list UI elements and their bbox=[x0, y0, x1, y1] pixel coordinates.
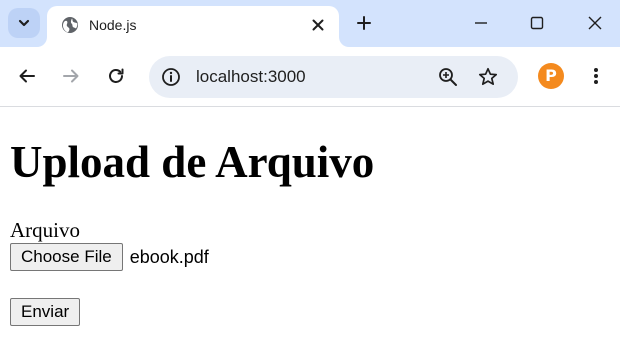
zoom-button[interactable] bbox=[436, 65, 460, 89]
chevron-down-icon bbox=[17, 16, 31, 30]
file-field-label: Arquivo bbox=[10, 218, 80, 242]
site-info-button[interactable] bbox=[159, 65, 183, 89]
browser-toolbar: localhost:3000 P bbox=[0, 47, 620, 107]
forward-arrow-icon bbox=[62, 67, 80, 85]
url-text[interactable]: localhost:3000 bbox=[196, 67, 306, 87]
reload-icon bbox=[107, 67, 125, 85]
tab-active[interactable]: Node.js bbox=[47, 6, 339, 47]
close-icon bbox=[588, 16, 602, 30]
tab-search-button[interactable] bbox=[8, 8, 40, 38]
tab-close-button[interactable] bbox=[307, 14, 329, 36]
reload-button[interactable] bbox=[101, 61, 131, 91]
forward-button[interactable] bbox=[56, 61, 86, 91]
close-window-button[interactable] bbox=[575, 6, 615, 40]
maximize-icon bbox=[530, 16, 544, 30]
star-icon bbox=[478, 67, 498, 87]
new-tab-button[interactable] bbox=[351, 10, 377, 36]
submit-button[interactable]: Enviar bbox=[10, 298, 81, 326]
minimize-icon bbox=[474, 16, 488, 30]
bookmark-button[interactable] bbox=[476, 65, 500, 89]
choose-file-button[interactable]: Choose File bbox=[10, 243, 123, 271]
profile-avatar[interactable]: P bbox=[538, 63, 564, 89]
plus-icon bbox=[357, 16, 371, 30]
browser-window: Node.js localhost:3000 P Upload de Arqui… bbox=[0, 0, 620, 344]
back-button[interactable] bbox=[12, 61, 42, 91]
info-icon bbox=[161, 67, 181, 87]
selected-file-name: ebook.pdf bbox=[129, 247, 209, 267]
globe-icon bbox=[61, 16, 79, 34]
page-title: Upload de Arquivo bbox=[10, 137, 375, 187]
tab-title: Node.js bbox=[89, 17, 137, 33]
browser-menu-button[interactable] bbox=[583, 63, 609, 89]
file-input[interactable]: Choose File ebook.pdf bbox=[10, 243, 209, 271]
maximize-button[interactable] bbox=[517, 6, 557, 40]
close-icon bbox=[312, 19, 324, 31]
page-content: Upload de Arquivo Arquivo Choose File eb… bbox=[0, 107, 620, 344]
minimize-button[interactable] bbox=[461, 6, 501, 40]
tab-strip: Node.js bbox=[0, 0, 620, 47]
back-arrow-icon bbox=[18, 67, 36, 85]
profile-initial: P bbox=[545, 66, 557, 85]
address-bar[interactable]: localhost:3000 bbox=[149, 56, 518, 98]
more-vertical-icon bbox=[593, 67, 599, 85]
zoom-in-icon bbox=[438, 67, 458, 87]
